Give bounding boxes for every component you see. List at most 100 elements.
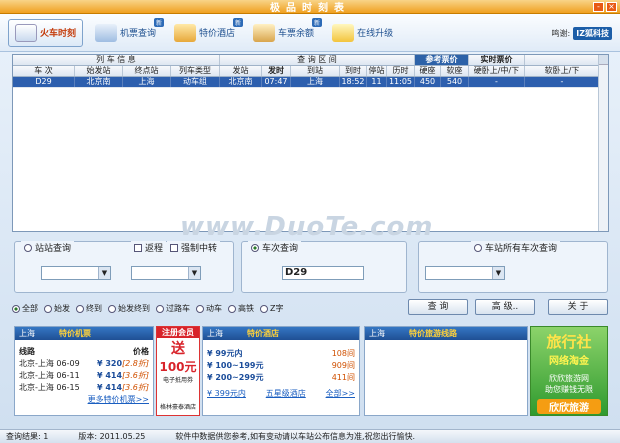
filter-high-speed[interactable]: 高铁 — [228, 303, 254, 314]
filter-origin-terminal[interactable]: 始发终到 — [108, 303, 150, 314]
toolbar: 火车时刻 机票查询 新 特价酒店 新 车票余额 新 在线升级 鸣谢: IZ狐科技 — [0, 14, 620, 52]
flight-route: 北京-上海 06-11 — [19, 371, 80, 380]
agency-line3: 欣欣旅游网 — [549, 374, 589, 383]
agency-line4: 助您赚钱无限 — [545, 385, 593, 394]
filter-all[interactable]: 全部 — [12, 303, 38, 314]
agency-logo: 欣欣旅游 — [537, 399, 601, 414]
station-query-option[interactable]: 站站查询 — [21, 241, 75, 254]
hotel-count: 411间 — [331, 373, 355, 382]
force-transfer-label: 强制中转 — [181, 244, 218, 254]
flight-price: ¥ 414 — [96, 383, 123, 392]
col-header[interactable]: 硬座 — [415, 66, 441, 76]
hotel-link[interactable]: 五星级酒店 — [266, 388, 306, 400]
vertical-scrollbar[interactable] — [598, 55, 608, 231]
chevron-down-icon: ▼ — [188, 267, 200, 279]
train-number-input[interactable]: D29 — [282, 266, 364, 280]
hotel-item[interactable]: ¥ 100~199元 909间 — [203, 360, 359, 372]
window-title: 极品时刻表 — [270, 3, 350, 14]
col-header[interactable]: 到时 — [340, 66, 367, 76]
hotel-item[interactable]: ¥ 200~299元 411间 — [203, 372, 359, 384]
to-station-select[interactable]: ▼ — [131, 266, 201, 280]
filter-label: 动车 — [206, 304, 222, 313]
from-station-select[interactable]: ▼ — [41, 266, 111, 280]
col-header[interactable]: 发站 — [220, 66, 262, 76]
radio-icon — [251, 243, 259, 252]
col-header[interactable]: 历时 — [387, 66, 415, 76]
table-cell: 北京南 — [75, 77, 123, 87]
member-ad-send: 送 — [171, 341, 185, 357]
tab-flight-query[interactable]: 机票查询 新 — [89, 17, 165, 47]
close-button[interactable]: × — [606, 2, 617, 12]
travel-agency-ad[interactable]: 旅行社 网络淘金 欣欣旅游网 助您赚钱无限 欣欣旅游 — [530, 326, 608, 416]
col-header[interactable]: 始发站 — [75, 66, 123, 76]
advanced-button[interactable]: 高 级.. — [475, 299, 535, 315]
member-ad[interactable]: 注册会员 送 100元 电子抵用券 格林豪泰酒店 — [156, 326, 200, 416]
filter-emu[interactable]: 动车 — [196, 303, 222, 314]
hotel-range: ¥ 99元内 — [207, 349, 243, 358]
hotel-link[interactable]: ¥ 399元内 — [207, 388, 246, 400]
col-header[interactable]: 发时 — [262, 66, 291, 76]
filter-label: 终到 — [86, 304, 102, 313]
tab-train-schedule[interactable]: 火车时刻 — [8, 18, 84, 47]
group-header-realtime-price: 实时票价 — [469, 55, 525, 65]
flight-price: ¥ 414 — [96, 371, 123, 380]
force-transfer-option[interactable]: 强制中转 — [167, 241, 221, 254]
radio-icon — [156, 304, 164, 313]
query-button[interactable]: 查 询 — [408, 299, 468, 315]
col-header[interactable]: 硬卧上/中/下 — [469, 66, 525, 76]
agency-line1: 旅行社 — [546, 333, 592, 351]
station-select[interactable]: ▼ — [425, 266, 505, 280]
agency-line2: 网络淘金 — [549, 356, 589, 367]
col-header[interactable]: 终点站 — [123, 66, 171, 76]
col-header[interactable]: 软座 — [441, 66, 469, 76]
radio-icon — [260, 304, 268, 313]
all-trains-panel: 车站所有车次查询 ▼ — [418, 241, 608, 293]
ticket-icon — [253, 23, 276, 42]
checkbox-icon — [170, 243, 178, 252]
col-header[interactable]: 车 次 — [13, 66, 75, 76]
more-flights-link[interactable]: 更多特价机票>> — [88, 395, 149, 404]
checkbox-icon — [134, 243, 142, 252]
col-header[interactable]: 到站 — [291, 66, 340, 76]
col-header[interactable]: 软卧上/下 — [525, 66, 600, 76]
table-cell: 18:52 — [340, 77, 367, 87]
flight-discount: [3.6折] — [122, 383, 149, 392]
train-icon — [15, 23, 37, 42]
hotel-link[interactable]: 全部>> — [326, 388, 355, 400]
filter-z[interactable]: Z字 — [260, 303, 283, 314]
flight-deals-panel: 上海 特价机票 线路 价格 北京-上海 06-09 ¥ 320[2.8折] 北京-上海… — [14, 326, 154, 416]
results-table: 列 车 信 息 查 询 区 间 参考票价 实时票价 车 次 始发站 终点站 列车… — [12, 54, 609, 232]
panel-title: 特价旅游线路 — [409, 329, 457, 338]
about-button[interactable]: 关 于 — [548, 299, 608, 315]
table-cell: 上海 — [123, 77, 171, 87]
tour-deals-panel: 上海 特价旅游线路 — [364, 326, 528, 416]
train-query-option[interactable]: 车次查询 — [248, 241, 302, 254]
flight-item[interactable]: 北京-上海 06-09 ¥ 320[2.8折] — [15, 358, 153, 370]
flight-item[interactable]: 北京-上海 06-11 ¥ 414[3.6折] — [15, 370, 153, 382]
filter-label: 高铁 — [238, 304, 254, 313]
flight-item[interactable]: 北京-上海 06-15 ¥ 414[3.6折] — [15, 382, 153, 394]
brand: 鸣谢: IZ狐科技 — [552, 27, 612, 40]
filter-passing[interactable]: 过路车 — [156, 303, 190, 314]
all-trains-option[interactable]: 车站所有车次查询 — [471, 241, 561, 254]
radio-icon — [44, 304, 52, 313]
roundtrip-option[interactable]: 返程 — [131, 241, 167, 254]
table-cell: 11 — [367, 77, 387, 87]
table-row[interactable]: D29 北京南 上海 动车组 北京南 07:47 上海 18:52 11 11:… — [13, 77, 608, 88]
table-cell: 07:47 — [262, 77, 291, 87]
minimize-button[interactable]: - — [593, 2, 604, 12]
radio-icon — [76, 304, 84, 313]
filter-origin[interactable]: 始发 — [44, 303, 70, 314]
version-value: 2011.05.25 — [99, 432, 146, 441]
tab-online-upgrade[interactable]: 在线升级 — [326, 19, 399, 47]
col-header[interactable]: 停站 — [367, 66, 387, 76]
plane-icon — [95, 23, 118, 42]
tab-ticket-balance[interactable]: 车票余额 新 — [247, 17, 323, 47]
filter-terminal[interactable]: 终到 — [76, 303, 102, 314]
hotel-item[interactable]: ¥ 99元内 108间 — [203, 348, 359, 360]
col-header[interactable]: 列车类型 — [171, 66, 220, 76]
roundtrip-label: 返程 — [145, 244, 164, 254]
tab-hotel[interactable]: 特价酒店 新 — [168, 17, 244, 47]
tab-label: 机票查询 — [120, 29, 157, 39]
table-cell: 11:05 — [387, 77, 415, 87]
